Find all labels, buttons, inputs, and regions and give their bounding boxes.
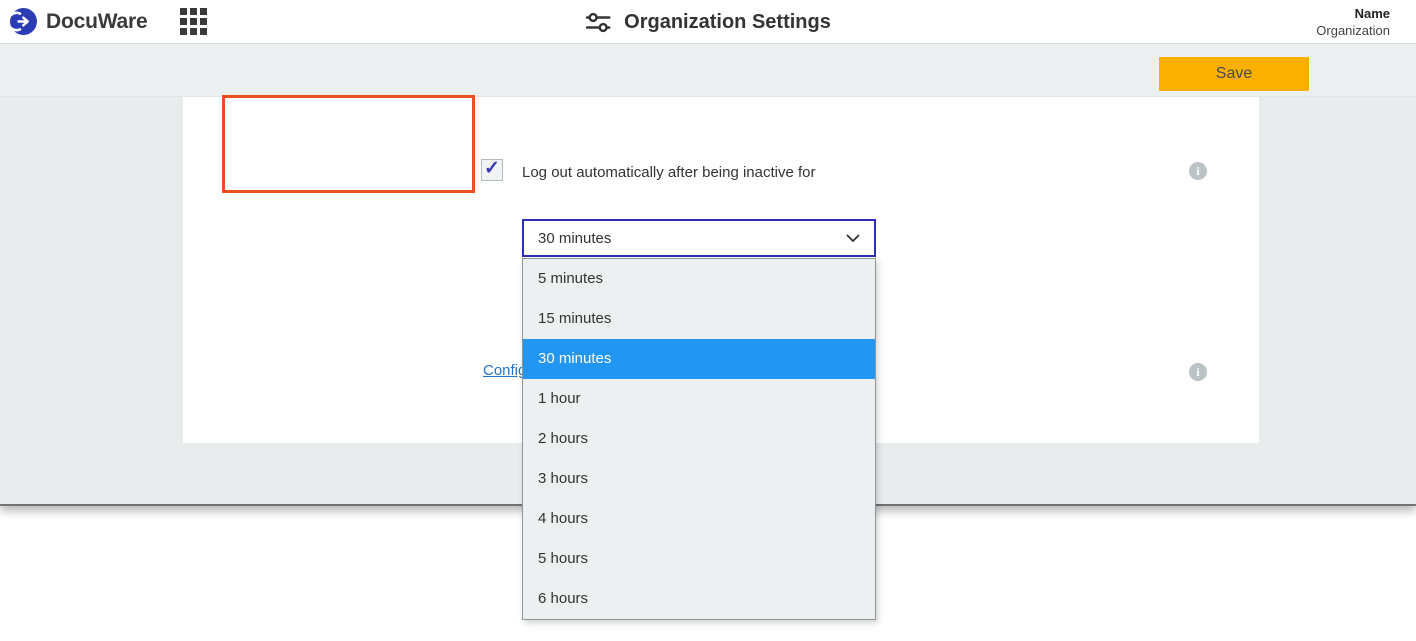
chevron-down-icon bbox=[846, 234, 860, 243]
timeout-option[interactable]: 4 hours bbox=[523, 499, 875, 539]
save-button[interactable]: Save bbox=[1159, 57, 1309, 91]
timeout-dropdown-list: 5 minutes15 minutes30 minutes1 hour2 hou… bbox=[522, 258, 876, 620]
timeout-option[interactable]: 15 minutes bbox=[523, 299, 875, 339]
action-toolbar: Save bbox=[0, 44, 1416, 97]
user-organization: Organization bbox=[1316, 22, 1390, 39]
page-title: Organization Settings bbox=[624, 11, 831, 34]
screen: DocuWare Organization Settings Name Orga… bbox=[0, 0, 1416, 641]
info-icon-other[interactable]: i bbox=[1189, 363, 1207, 381]
automatic-logout-checkbox[interactable]: ✓ bbox=[481, 159, 503, 181]
docuware-logo-icon bbox=[10, 8, 37, 35]
page-title-area: Organization Settings bbox=[585, 0, 831, 44]
timeout-select-value: 30 minutes bbox=[538, 230, 846, 247]
timeout-option[interactable]: 3 hours bbox=[523, 459, 875, 499]
info-icon-session[interactable]: i bbox=[1189, 162, 1207, 180]
timeout-option[interactable]: 1 hour bbox=[523, 379, 875, 419]
checkmark-icon: ✓ bbox=[484, 159, 500, 178]
brand: DocuWare bbox=[0, 8, 207, 35]
top-header: DocuWare Organization Settings Name Orga… bbox=[0, 0, 1416, 44]
timeout-option[interactable]: 5 minutes bbox=[523, 259, 875, 299]
user-name: Name bbox=[1316, 5, 1390, 22]
timeout-option[interactable]: 6 hours bbox=[523, 579, 875, 619]
apps-grid-icon[interactable] bbox=[180, 8, 207, 35]
logout-description: Log out automatically after being inacti… bbox=[522, 160, 862, 186]
timeout-option[interactable]: 5 hours bbox=[523, 539, 875, 579]
brand-name: DocuWare bbox=[46, 10, 147, 34]
timeout-option[interactable]: 30 minutes bbox=[523, 339, 875, 379]
user-info[interactable]: Name Organization bbox=[1316, 5, 1390, 39]
timeout-select[interactable]: 30 minutes bbox=[522, 219, 876, 257]
timeout-option[interactable]: 2 hours bbox=[523, 419, 875, 459]
settings-sliders-icon bbox=[585, 12, 611, 33]
